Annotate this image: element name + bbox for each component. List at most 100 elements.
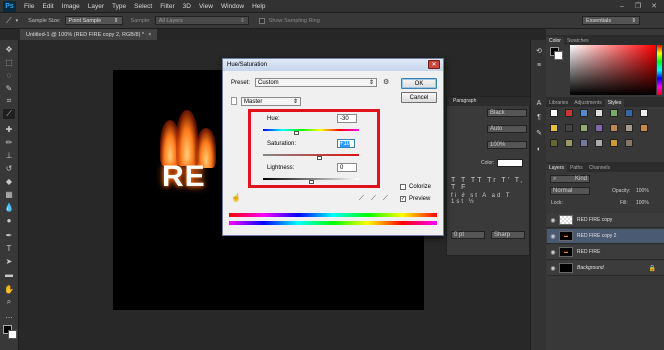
shape-tool-icon[interactable]: ▬ — [3, 269, 15, 279]
paragraph-tab[interactable]: Paragraph — [453, 98, 476, 104]
font-style-select[interactable]: Black — [487, 109, 527, 117]
adjustments-icon[interactable]: ◐ — [534, 144, 544, 154]
char-color-swatch[interactable] — [497, 159, 523, 167]
style-swatch[interactable] — [580, 109, 588, 117]
cancel-button[interactable]: Cancel — [401, 92, 437, 103]
healing-tool-icon[interactable]: ✚ — [3, 124, 15, 134]
layer-row[interactable]: ◉ ▬ RED FIRE — [547, 245, 664, 260]
ok-button[interactable]: OK — [401, 78, 437, 89]
blur-tool-icon[interactable]: 💧 — [3, 202, 15, 212]
stamp-tool-icon[interactable]: ⊥ — [3, 150, 15, 160]
restore-icon[interactable]: ❐ — [632, 1, 644, 11]
tab-adjustments[interactable]: Adjustments — [571, 99, 605, 107]
hue-slider[interactable] — [657, 45, 662, 95]
dialog-title-bar[interactable]: Hue/Saturation — [223, 59, 443, 71]
style-swatch[interactable] — [640, 109, 648, 117]
tab-paths[interactable]: Paths — [567, 164, 586, 172]
close-window-icon[interactable]: ✕ — [648, 1, 660, 11]
visibility-icon[interactable]: ◉ — [547, 265, 559, 272]
style-swatch[interactable] — [565, 124, 573, 132]
brush-tool-icon[interactable]: ✏ — [3, 137, 15, 147]
tracking-select[interactable]: 100% — [487, 141, 527, 149]
layer-row[interactable]: ◉ ▬ RED FIRE copy 2 — [547, 229, 664, 244]
character-icon[interactable]: A — [534, 98, 544, 108]
style-swatch[interactable] — [595, 109, 603, 117]
eyedropper-plus-icon[interactable]: ⟋ — [371, 195, 376, 203]
history-brush-icon[interactable]: ↺ — [3, 163, 15, 173]
eyedropper-tool-icon[interactable]: ⟋ — [6, 16, 12, 26]
visibility-icon[interactable]: ◉ — [547, 217, 559, 224]
type-style-buttons[interactable]: T T TT Tr T' T, T F — [451, 177, 529, 191]
style-swatch[interactable] — [580, 139, 588, 147]
preview-checkbox[interactable]: ✓ — [400, 196, 406, 202]
eyedropper-icon[interactable]: ⟋ — [3, 109, 15, 119]
layer-row[interactable]: ◉ RED FIRE copy — [547, 213, 664, 228]
type-tool-icon[interactable]: T — [3, 243, 15, 253]
eraser-tool-icon[interactable]: ◆ — [3, 176, 15, 186]
menu-layer[interactable]: Layer — [84, 3, 108, 10]
blend-mode-select[interactable]: Normal — [550, 187, 590, 195]
path-select-tool-icon[interactable]: ➤ — [3, 256, 15, 266]
style-swatch[interactable] — [640, 124, 648, 132]
sample-size-select[interactable]: Point Sample ⇕ — [64, 16, 123, 25]
style-swatch[interactable] — [565, 109, 573, 117]
menu-filter[interactable]: Filter — [156, 3, 178, 10]
visibility-icon[interactable]: ◉ — [547, 233, 559, 240]
style-swatch[interactable] — [595, 124, 603, 132]
menu-help[interactable]: Help — [248, 3, 269, 10]
style-swatch[interactable] — [550, 139, 558, 147]
dodge-tool-icon[interactable]: ● — [3, 215, 15, 225]
layer-row[interactable]: ◉ Background 🔒 — [547, 261, 664, 276]
style-swatch[interactable] — [625, 124, 633, 132]
show-sampling-ring-checkbox[interactable] — [258, 17, 265, 24]
style-swatch[interactable] — [595, 139, 603, 147]
dialog-close-icon[interactable]: ✕ — [428, 60, 440, 69]
menu-3d[interactable]: 3D — [179, 3, 195, 10]
style-swatch[interactable] — [610, 139, 618, 147]
color-picker-field[interactable] — [570, 45, 656, 95]
background-color-swatch[interactable] — [8, 330, 17, 339]
menu-image[interactable]: Image — [58, 3, 84, 10]
style-swatch[interactable] — [625, 139, 633, 147]
style-swatch[interactable] — [625, 109, 633, 117]
lasso-tool-icon[interactable]: ◌ — [3, 70, 15, 80]
tab-channels[interactable]: Channels — [586, 164, 613, 172]
edit-toolbar-icon[interactable]: … — [3, 310, 15, 320]
style-swatch[interactable] — [550, 124, 558, 132]
layer-filter-kind-select[interactable]: ⌕ Kind — [550, 175, 590, 183]
properties-icon[interactable]: ≡ — [534, 60, 544, 70]
opacity-value[interactable]: 100% — [636, 188, 649, 194]
preset-select[interactable]: Custom ⇕ — [255, 78, 377, 87]
hand-tool-icon[interactable]: ✋ — [3, 284, 15, 294]
gradient-tool-icon[interactable]: ▦ — [3, 189, 15, 199]
tool-preset-arrow-icon[interactable]: ▾ — [16, 18, 19, 24]
fill-value[interactable]: 100% — [636, 200, 649, 206]
style-swatch[interactable] — [610, 109, 618, 117]
zoom-tool-icon[interactable]: ⌕ — [3, 297, 15, 307]
menu-window[interactable]: Window — [217, 3, 248, 10]
channel-select[interactable]: Master ⇕ — [241, 97, 301, 106]
document-tab[interactable]: Untitled-1 @ 100% (RED FIRE copy 2, RGB/… — [20, 29, 158, 40]
move-tool-icon[interactable]: ✥ — [3, 44, 15, 54]
style-swatch[interactable] — [580, 124, 588, 132]
colorize-checkbox[interactable] — [400, 184, 406, 190]
menu-view[interactable]: View — [195, 3, 217, 10]
tab-libraries[interactable]: Libraries — [546, 99, 571, 107]
paragraph-icon[interactable]: ¶ — [534, 112, 544, 122]
color-bg-swatch[interactable] — [554, 51, 563, 60]
menu-edit[interactable]: Edit — [38, 3, 57, 10]
style-swatch[interactable] — [565, 139, 573, 147]
eyedropper-icon[interactable]: ⟋ — [359, 195, 364, 203]
style-swatch[interactable] — [610, 124, 618, 132]
tab-color[interactable]: Color — [546, 37, 564, 45]
workspace-select[interactable]: Essentials ⇕ — [582, 16, 640, 25]
marquee-tool-icon[interactable]: ⬚ — [3, 57, 15, 67]
minimize-icon[interactable]: – — [616, 1, 628, 11]
preset-options-gear-icon[interactable]: ⚙ — [383, 78, 389, 86]
style-swatch[interactable] — [550, 109, 558, 117]
pen-tool-icon[interactable]: ✒ — [3, 230, 15, 240]
tab-layers[interactable]: Layers — [546, 164, 568, 172]
history-icon[interactable]: ⟲ — [534, 46, 544, 56]
eyedropper-minus-icon[interactable]: ⟋ — [383, 195, 388, 203]
brush-presets-icon[interactable]: ✎ — [534, 128, 544, 138]
